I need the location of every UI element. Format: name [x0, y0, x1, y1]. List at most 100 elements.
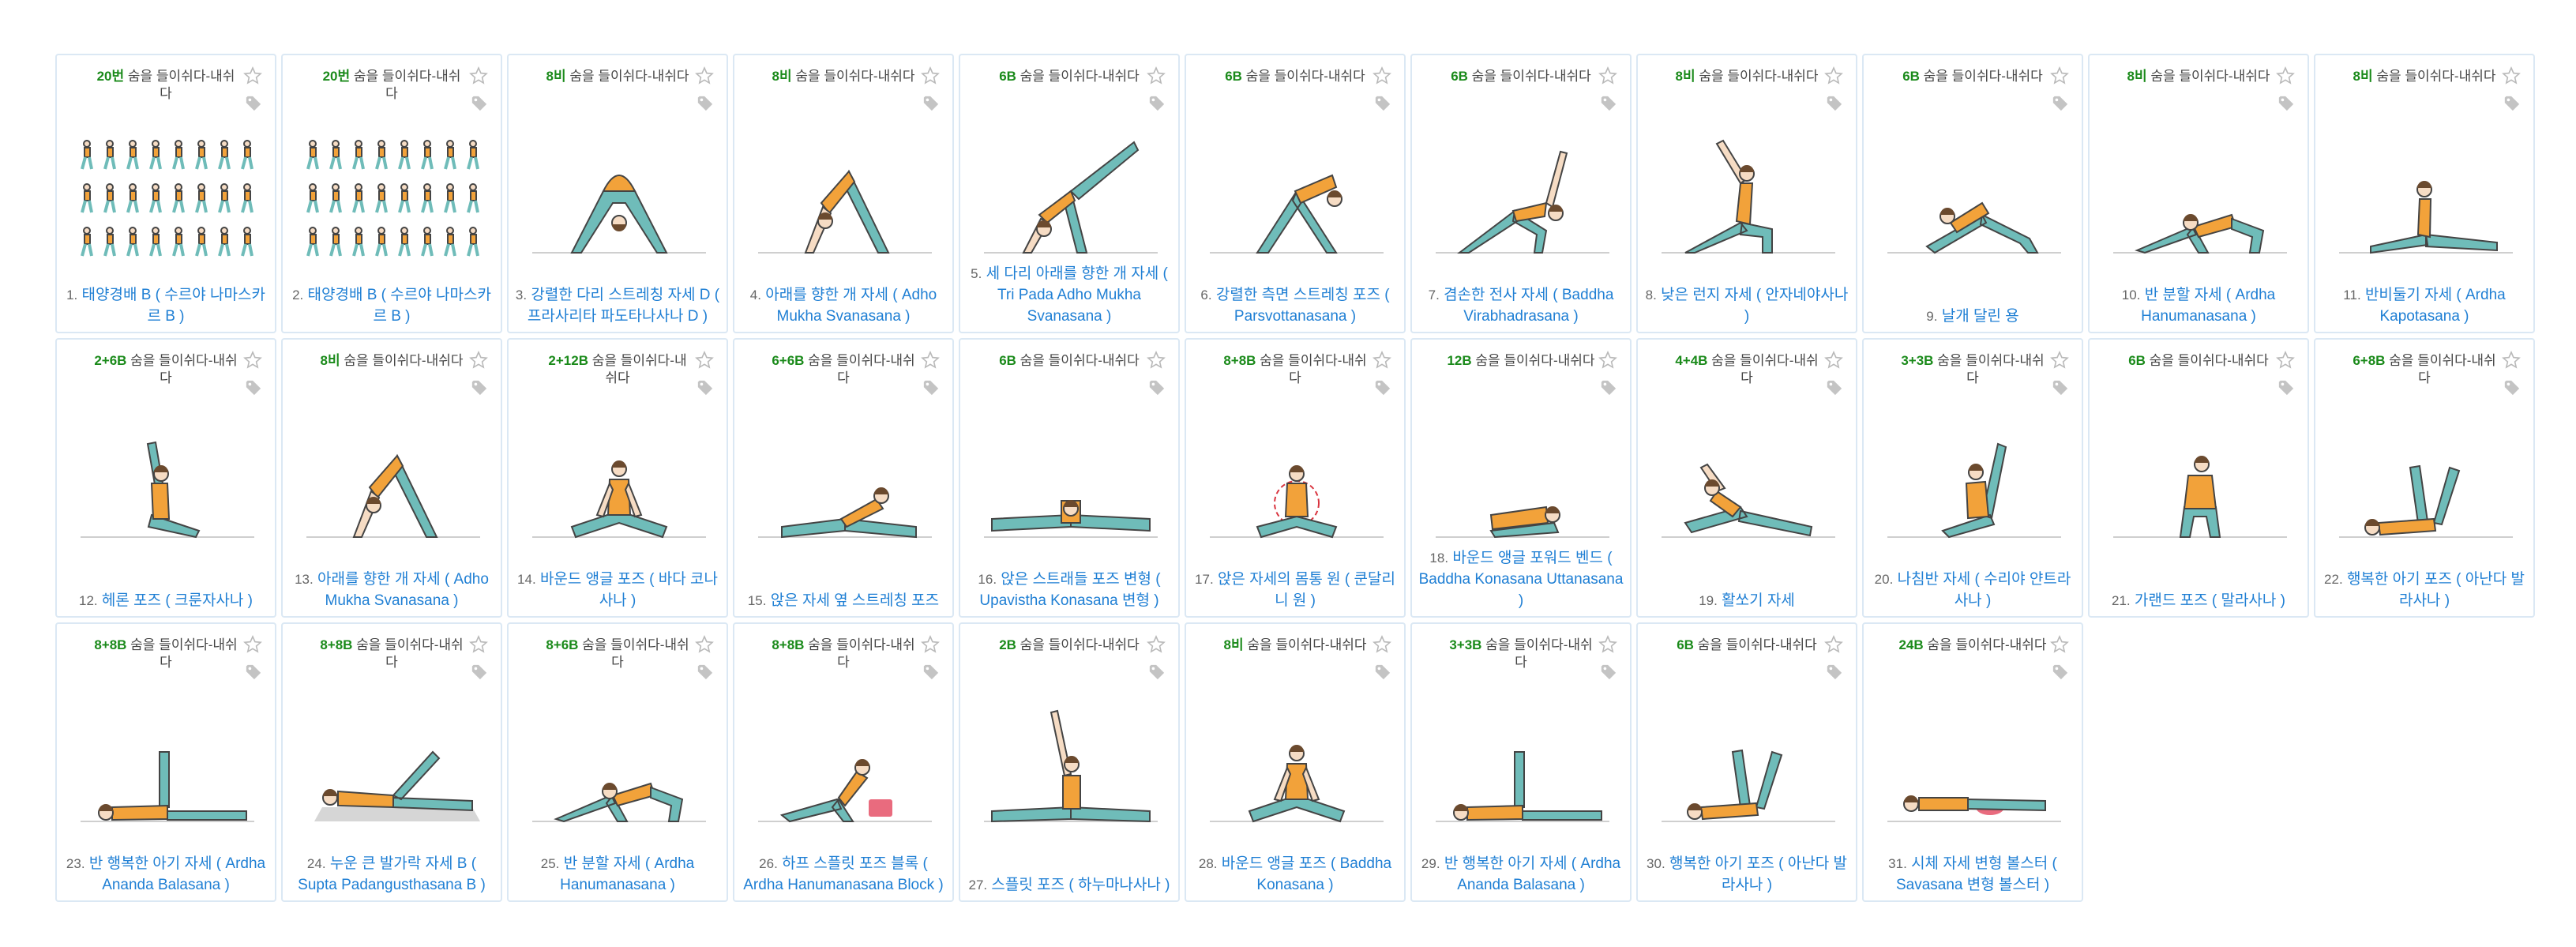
pose-illustration[interactable]	[1202, 697, 1391, 831]
pose-title-link[interactable]: 8. 낮은 런지 자세 ( 안자네야사나 )	[1644, 284, 1849, 327]
pose-illustration[interactable]	[1879, 697, 2069, 831]
star-outline-icon[interactable]	[2502, 66, 2521, 85]
pose-card[interactable]: 3+3B 숨을 들이쉬다-내쉬다 20. 나침반 자세 ( 수리야 얀트라사나 …	[1862, 338, 2083, 618]
star-outline-icon[interactable]	[1372, 635, 1391, 654]
pose-illustration[interactable]	[299, 697, 488, 831]
tag-icon[interactable]	[2052, 663, 2069, 681]
pose-title-link[interactable]: 6. 강렬한 측면 스트레칭 포즈 ( Parsvottanasana )	[1192, 284, 1398, 327]
pose-name[interactable]: 바운드 앵글 포즈 ( 바다 코나사나 )	[540, 571, 718, 609]
pose-card[interactable]: 24B 숨을 들이쉬다-내쉬다 31. 시체 자세 변형 볼스터 ( Savas…	[1862, 622, 2083, 902]
tag-icon[interactable]	[2052, 379, 2069, 396]
pose-card[interactable]: 8비 숨을 들이쉬다-내쉬다 8. 낮은 런지 자세 ( 안자네야사나 )	[1636, 54, 1857, 333]
tag-icon[interactable]	[1374, 95, 1391, 112]
pose-illustration[interactable]	[73, 697, 262, 831]
pose-card[interactable]: 8비 숨을 들이쉬다-내쉬다 4. 아래를 향한 개 자세 ( Adho Muk…	[733, 54, 954, 333]
pose-name[interactable]: 누운 큰 발가락 자세 B ( Supta Padangusthasana B …	[298, 855, 486, 893]
pose-card[interactable]: 2B 숨을 들이쉬다-내쉬다 27. 스플릿 포즈 ( 하누마나사나 )	[959, 622, 1180, 902]
tag-icon[interactable]	[471, 663, 488, 681]
pose-title-link[interactable]: 18. 바운드 앵글 포워드 벤드 ( Baddha Konasana Utta…	[1418, 547, 1624, 611]
pose-title-link[interactable]: 10. 반 분할 자세 ( Ardha Hanumanasana )	[2096, 284, 2301, 327]
pose-illustration[interactable]	[1428, 128, 1617, 262]
tag-icon[interactable]	[471, 95, 488, 112]
star-outline-icon[interactable]	[1372, 351, 1391, 370]
star-outline-icon[interactable]	[921, 66, 940, 85]
tag-icon[interactable]	[1148, 663, 1166, 681]
tag-icon[interactable]	[1148, 95, 1166, 112]
pose-name[interactable]: 행복한 아기 포즈 ( 아난다 발라사나 )	[2347, 571, 2525, 609]
pose-card[interactable]: 8비 숨을 들이쉬다-내쉬다 11. 반비둘기 자세 ( Ardha Kapot…	[2314, 54, 2535, 333]
pose-card[interactable]: 6B 숨을 들이쉬다-내쉬다 6. 강렬한 측면 스트레칭 포즈 ( Parsv…	[1185, 54, 1406, 333]
pose-title-link[interactable]: 27. 스플릿 포즈 ( 하누마나사나 )	[967, 874, 1172, 896]
pose-title-link[interactable]: 28. 바운드 앵글 포즈 ( Baddha Konasana )	[1192, 853, 1398, 896]
star-outline-icon[interactable]	[243, 66, 262, 85]
pose-card[interactable]: 6B 숨을 들이쉬다-내쉬다 7. 겸손한 전사 자세 ( Baddha Vir…	[1410, 54, 1632, 333]
star-outline-icon[interactable]	[469, 351, 488, 370]
pose-title-link[interactable]: 13. 아래를 향한 개 자세 ( Adho Mukha Svanasana )	[289, 569, 494, 611]
tag-icon[interactable]	[1600, 379, 1617, 396]
pose-illustration[interactable]	[73, 128, 262, 262]
tag-icon[interactable]	[922, 663, 940, 681]
tag-icon[interactable]	[2277, 379, 2295, 396]
star-outline-icon[interactable]	[1598, 66, 1617, 85]
pose-name[interactable]: 바운드 앵글 포즈 ( Baddha Konasana )	[1222, 855, 1391, 893]
pose-title-link[interactable]: 1. 태양경배 B ( 수르야 나마스카르 B )	[63, 284, 268, 327]
pose-name[interactable]: 반 분할 자세 ( Ardha Hanumanasana )	[2141, 287, 2275, 325]
pose-card[interactable]: 8비 숨을 들이쉬다-내쉬다 10. 반 분할 자세 ( Ardha Hanum…	[2088, 54, 2309, 333]
pose-illustration[interactable]	[1202, 412, 1391, 547]
star-outline-icon[interactable]	[1372, 66, 1391, 85]
pose-card[interactable]: 3+3B 숨을 들이쉬다-내쉬다 29. 반 행복한 아기 자세 ( Ardha…	[1410, 622, 1632, 902]
pose-card[interactable]: 12B 숨을 들이쉬다-내쉬다 18. 바운드 앵글 포워드 벤드 ( Badd…	[1410, 338, 1632, 618]
pose-name[interactable]: 강렬한 측면 스트레칭 포즈 ( Parsvottanasana )	[1216, 287, 1390, 325]
pose-title-link[interactable]: 26. 하프 스플릿 포즈 블록 ( Ardha Hanumanasana Bl…	[741, 853, 946, 896]
star-outline-icon[interactable]	[695, 351, 714, 370]
tag-icon[interactable]	[1826, 663, 1843, 681]
pose-name[interactable]: 헤론 포즈 ( 크룬자사나 )	[102, 592, 253, 609]
pose-title-link[interactable]: 19. 활쏘기 자세	[1644, 590, 1849, 611]
pose-card[interactable]: 6+6B 숨을 들이쉬다-내쉬다 15. 앉은 자세 옆 스트레칭 포즈	[733, 338, 954, 618]
star-outline-icon[interactable]	[1147, 66, 1166, 85]
pose-illustration[interactable]	[2331, 128, 2521, 262]
tag-icon[interactable]	[471, 379, 488, 396]
pose-illustration[interactable]	[2331, 412, 2521, 547]
pose-illustration[interactable]	[1654, 128, 1843, 262]
pose-card[interactable]: 8비 숨을 들이쉬다-내쉬다 3. 강렬한 다리 스트레칭 자세 D ( 프라사…	[507, 54, 728, 333]
pose-name[interactable]: 스플릿 포즈 ( 하누마나사나 )	[991, 877, 1170, 893]
pose-card[interactable]: 2+12B 숨을 들이쉬다-내쉬다 14. 바운드 앵글 포즈 ( 바다 코나사…	[507, 338, 728, 618]
pose-illustration[interactable]	[976, 128, 1166, 262]
pose-card[interactable]: 6B 숨을 들이쉬다-내쉬다 30. 행복한 아기 포즈 ( 아난다 발라사나 …	[1636, 622, 1857, 902]
tag-icon[interactable]	[1374, 663, 1391, 681]
pose-illustration[interactable]	[299, 128, 488, 262]
star-outline-icon[interactable]	[469, 635, 488, 654]
pose-card[interactable]: 8비 숨을 들이쉬다-내쉬다 13. 아래를 향한 개 자세 ( Adho Mu…	[281, 338, 502, 618]
pose-title-link[interactable]: 2. 태양경배 B ( 수르야 나마스카르 B )	[289, 284, 494, 327]
pose-illustration[interactable]	[1654, 412, 1843, 547]
star-outline-icon[interactable]	[2502, 351, 2521, 370]
pose-name[interactable]: 날개 달린 용	[1942, 308, 2019, 325]
pose-name[interactable]: 앉은 자세의 몸통 원 ( 쿤달리니 원 )	[1218, 571, 1395, 609]
pose-card[interactable]: 6B 숨을 들이쉬다-내쉬다 16. 앉은 스트래들 포즈 변형 ( Upavi…	[959, 338, 1180, 618]
tag-icon[interactable]	[922, 95, 940, 112]
pose-card[interactable]: 6B 숨을 들이쉬다-내쉬다 5. 세 다리 아래를 향한 개 자세 ( Tri…	[959, 54, 1180, 333]
pose-card[interactable]: 8+8B 숨을 들이쉬다-내쉬다 26. 하프 스플릿 포즈 블록 ( Ardh…	[733, 622, 954, 902]
pose-title-link[interactable]: 24. 누운 큰 발가락 자세 B ( Supta Padangusthasan…	[289, 853, 494, 896]
pose-card[interactable]: 6B 숨을 들이쉬다-내쉬다 21. 가랜드 포즈 ( 말라사나 )	[2088, 338, 2309, 618]
pose-card[interactable]: 20번 숨을 들이쉬다-내쉬다 2. 태양경배 B ( 수르야 나마스카르 B …	[281, 54, 502, 333]
tag-icon[interactable]	[2052, 95, 2069, 112]
pose-illustration[interactable]	[2105, 412, 2295, 547]
pose-card[interactable]: 6B 숨을 들이쉬다-내쉬다 9. 날개 달린 용	[1862, 54, 2083, 333]
tag-icon[interactable]	[697, 379, 714, 396]
star-outline-icon[interactable]	[2050, 635, 2069, 654]
pose-title-link[interactable]: 21. 가랜드 포즈 ( 말라사나 )	[2096, 590, 2301, 611]
star-outline-icon[interactable]	[243, 635, 262, 654]
tag-icon[interactable]	[245, 95, 262, 112]
pose-illustration[interactable]	[750, 128, 940, 262]
star-outline-icon[interactable]	[1598, 635, 1617, 654]
pose-illustration[interactable]	[1202, 128, 1391, 262]
pose-title-link[interactable]: 9. 날개 달린 용	[1870, 306, 2075, 327]
pose-title-link[interactable]: 12. 헤론 포즈 ( 크룬자사나 )	[63, 590, 268, 611]
pose-illustration[interactable]	[976, 412, 1166, 547]
pose-card[interactable]: 8+8B 숨을 들이쉬다-내쉬다 23. 반 행복한 아기 자세 ( Ardha…	[55, 622, 276, 902]
pose-title-link[interactable]: 22. 행복한 아기 포즈 ( 아난다 발라사나 )	[2322, 569, 2527, 611]
star-outline-icon[interactable]	[1598, 351, 1617, 370]
pose-title-link[interactable]: 17. 앉은 자세의 몸통 원 ( 쿤달리니 원 )	[1192, 569, 1398, 611]
